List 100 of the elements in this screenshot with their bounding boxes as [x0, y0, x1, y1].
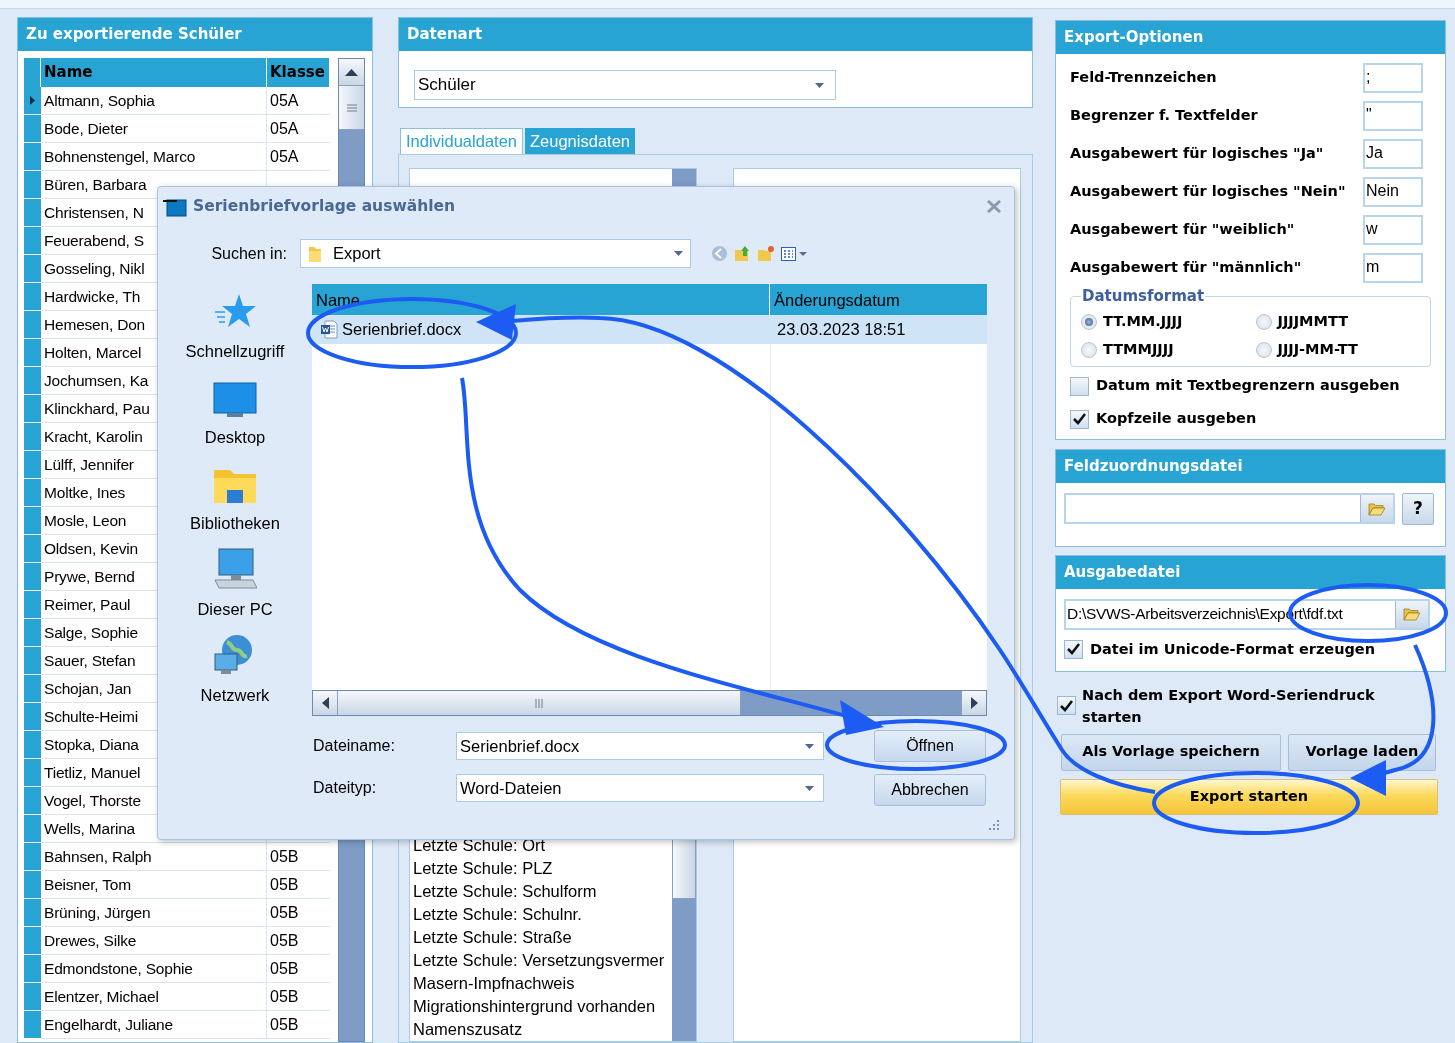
window-icon	[163, 196, 187, 217]
input-field[interactable]	[1064, 493, 1395, 524]
checkbox[interactable]	[1070, 376, 1089, 396]
checkbox-label: Datum mit Textbegrenzern ausgeben	[1096, 376, 1400, 396]
table-cell: 05B	[267, 927, 330, 955]
field-label: Ausgabewert für "weiblich"	[1070, 220, 1295, 240]
table-cell: Elentzer, Michael	[41, 983, 267, 1011]
table-cell: 05B	[267, 955, 330, 983]
checkbox[interactable]	[1064, 639, 1083, 659]
view-menu-icon[interactable]	[781, 246, 807, 261]
browse-button[interactable]	[1360, 495, 1393, 522]
field-label: Ausgabewert für logisches "Ja"	[1070, 144, 1324, 164]
list-item[interactable]: Namenszusatz	[413, 1018, 672, 1041]
dropdown[interactable]: Export	[300, 239, 691, 268]
panel-header: Zu exportierende Schüler	[18, 18, 372, 51]
radio-label: JJJJMMTT	[1277, 311, 1349, 331]
field-label: Begrenzer f. Textfelder	[1070, 106, 1258, 126]
panel-header: Ausgabedatei	[1056, 555, 1445, 589]
panel-header: Export-Optionen	[1056, 21, 1445, 54]
list-item[interactable]: Letzte Schule: PLZ	[413, 857, 672, 880]
dropdown[interactable]: Serienbrief.docx	[456, 732, 824, 760]
export-button[interactable]: Export starten	[1060, 778, 1438, 815]
table-cell: 05A	[267, 143, 330, 171]
list-item[interactable]: Letzte Schule: Schulnr.	[413, 903, 672, 926]
resize-grip-icon	[986, 818, 1000, 832]
button[interactable]: Als Vorlage speichern	[1061, 733, 1281, 771]
caret-icon	[805, 785, 814, 791]
new-folder-icon[interactable]	[757, 245, 775, 262]
field-label: Ausgabewert für logisches "Nein"	[1070, 182, 1346, 202]
help-button[interactable]: ?	[1402, 492, 1434, 525]
radio-label: TT.MM.JJJJ	[1103, 311, 1183, 331]
table-cell: Bode, Dieter	[41, 115, 267, 143]
word-document-icon	[320, 320, 338, 339]
radio-label: TTMMJJJJ	[1103, 339, 1174, 359]
table-cell: 05A	[267, 87, 330, 115]
list-item[interactable]: Masern-Impfnachweis	[413, 972, 672, 995]
list-item[interactable]: Letzte Schule: Straße	[413, 926, 672, 949]
input-field[interactable]: w	[1363, 215, 1423, 245]
table-cell: Drewes, Silke	[41, 927, 267, 955]
browse-button[interactable]	[1395, 600, 1428, 628]
group-title: Datumsformat	[1081, 286, 1206, 307]
row-indicator[interactable]	[24, 87, 41, 115]
radio-button[interactable]	[1081, 341, 1097, 358]
input-field[interactable]: m	[1363, 253, 1423, 283]
dropdown[interactable]: Word-Dateien	[456, 774, 824, 802]
table-cell: 05A	[267, 115, 330, 143]
table-cell: Altmann, Sophia	[41, 87, 267, 115]
table-cell: Edmondstone, Sophie	[41, 955, 267, 983]
caret-icon	[674, 251, 683, 256]
table-cell: Brüning, Jürgen	[41, 899, 267, 927]
radio-button[interactable]	[1081, 313, 1097, 330]
button[interactable]: Vorlage laden	[1288, 733, 1436, 771]
table-cell: 05B	[267, 843, 330, 871]
list-item[interactable]: Letzte Schule: Versetzungsvermer	[413, 949, 672, 972]
left-arrow-icon	[321, 697, 329, 709]
radio-button[interactable]	[1255, 313, 1272, 330]
checkbox-label: Kopfzeile ausgeben	[1096, 409, 1257, 429]
table-cell: Bohnenstengel, Marco	[41, 143, 267, 171]
computer-icon	[213, 548, 257, 590]
column-header[interactable]: Änderungsdatum	[770, 284, 987, 315]
right-arrow-icon	[970, 697, 978, 709]
checkbox-label: Datei im Unicode-Format erzeugen	[1090, 639, 1375, 659]
dialog-button[interactable]: Abbrechen	[874, 774, 986, 806]
header-corner	[24, 58, 41, 87]
monitor-icon	[213, 382, 257, 418]
radio-label: JJJJ-MM-TT	[1277, 339, 1358, 359]
horizontal-scrollbar[interactable]	[312, 690, 987, 716]
field-label: Feld-Trennzeichen	[1070, 68, 1217, 88]
checkbox[interactable]	[1057, 696, 1076, 715]
input-field[interactable]: "	[1363, 101, 1423, 131]
list-item[interactable]: Letzte Schule: Schulform	[413, 880, 672, 903]
table-cell: 05B	[267, 983, 330, 1011]
checkbox[interactable]	[1070, 409, 1089, 429]
column-header[interactable]: Klasse	[267, 58, 330, 87]
table-cell: 05B	[267, 899, 330, 927]
folder-up-icon[interactable]	[734, 245, 751, 262]
input-field[interactable]: ;	[1363, 63, 1423, 93]
radio-button[interactable]	[1255, 341, 1272, 358]
caret-icon	[815, 82, 824, 88]
file-row[interactable]: Serienbrief.docx 23.03.2023 18:51	[312, 315, 987, 344]
grip-icon	[534, 698, 544, 708]
input-field[interactable]: Ja	[1363, 139, 1423, 169]
folder-icon	[308, 244, 322, 263]
dialog-button[interactable]: Öffnen	[874, 730, 986, 762]
table-cell: Bahnsen, Ralph	[41, 843, 267, 871]
column-header[interactable]: Name	[41, 58, 267, 87]
field-label: Ausgabewert für "männlich"	[1070, 258, 1302, 278]
table-cell: Engelhardt, Juliane	[41, 1011, 267, 1039]
table-cell: 05B	[267, 1011, 330, 1039]
field-label: Dateityp:	[313, 778, 378, 798]
close-icon[interactable]	[987, 200, 1001, 213]
current-row-icon	[30, 96, 35, 105]
sidebar-item[interactable]: Desktop	[204, 425, 266, 450]
caret-icon	[805, 743, 814, 749]
table-cell: 05B	[267, 871, 330, 899]
dropdown[interactable]: Schüler	[414, 70, 836, 100]
back-icon[interactable]	[711, 245, 728, 262]
list-item[interactable]: Migrationshintergrund vorhanden	[413, 995, 672, 1018]
up-arrow-icon	[345, 68, 358, 76]
input-field[interactable]: Nein	[1363, 177, 1423, 207]
